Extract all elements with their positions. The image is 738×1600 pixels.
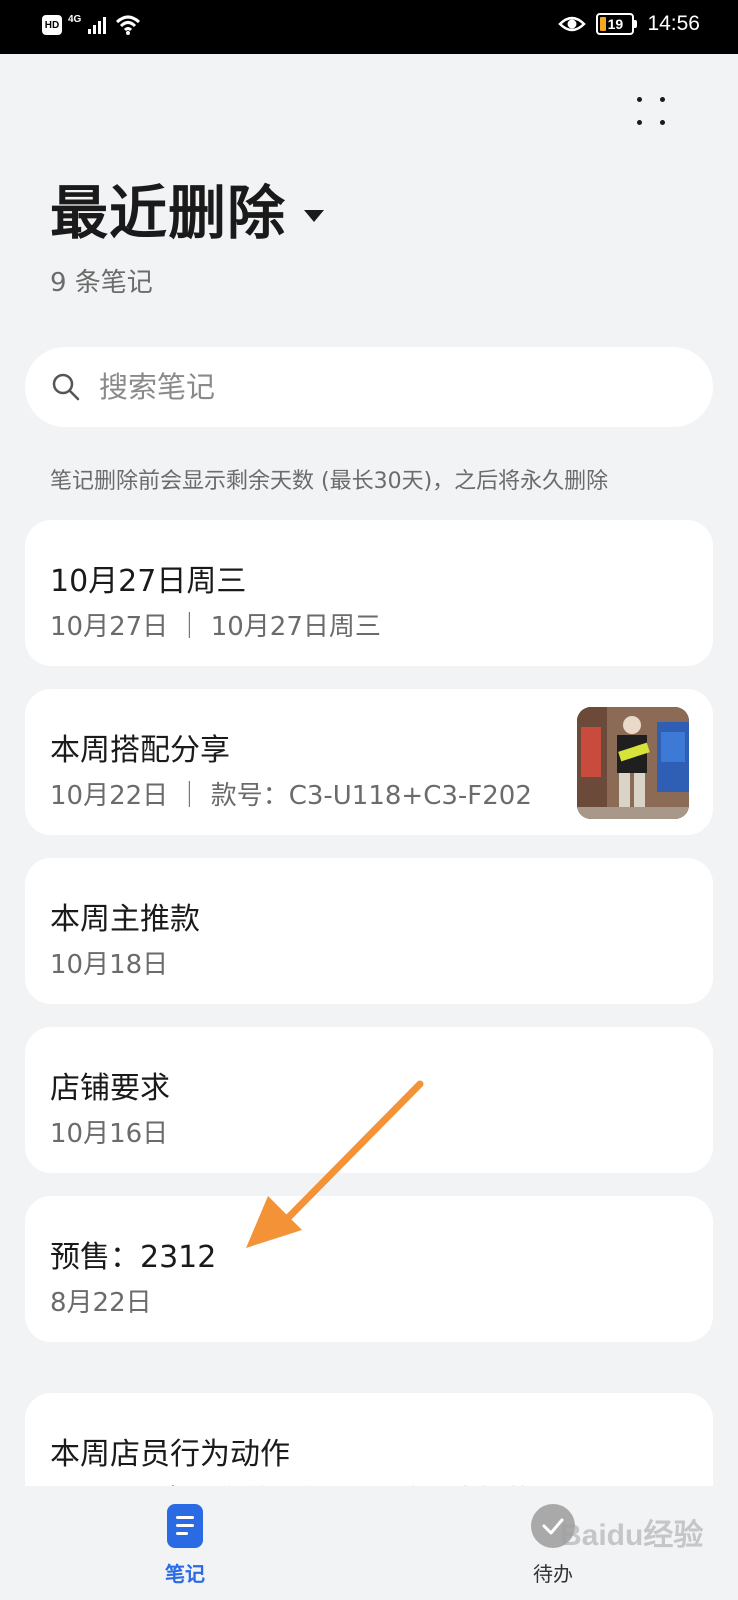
tab-notes[interactable]: 笔记: [125, 1504, 245, 1587]
note-subtitle: 8月22日: [50, 1288, 152, 1318]
note-title: 本周主推款: [50, 902, 200, 937]
note-subtitle: 10月18日: [50, 950, 169, 980]
watermark: Baidu经验: [560, 1519, 704, 1552]
note-title: 店铺要求: [50, 1071, 170, 1106]
note-title: 本周搭配分享: [50, 733, 230, 768]
status-bar: HD 4G 19 14:56: [0, 0, 738, 54]
note-count: 9 条笔记: [50, 268, 153, 298]
note-title: 本周店员行为动作: [50, 1437, 290, 1472]
tab-todo-label: 待办: [533, 1562, 573, 1586]
notes-icon: [167, 1504, 203, 1548]
search-icon: [52, 373, 80, 401]
tab-notes-label: 笔记: [165, 1562, 205, 1586]
list-item[interactable]: 10月27日周三 10月27日 ｜ 10月27日周三: [25, 520, 713, 666]
list-item[interactable]: 本周搭配分享 10月22日 ｜ 款号：C3-U118+C3-F202: [25, 689, 713, 835]
eye-comfort-icon: [558, 16, 587, 32]
note-title: 10月27日周三: [50, 564, 247, 599]
list-item[interactable]: 本周主推款 10月18日: [25, 858, 713, 1004]
search-bar[interactable]: [25, 347, 713, 427]
status-left: HD 4G: [42, 14, 141, 36]
note-subtitle: 10月16日: [50, 1119, 169, 1149]
status-right: 19 14:56: [558, 12, 700, 36]
hd-badge: HD: [42, 15, 62, 35]
signal-icon: [88, 17, 107, 34]
battery-level: 19: [607, 16, 624, 32]
note-subtitle: 10月27日 ｜ 10月27日周三: [50, 612, 381, 642]
battery-icon: 19: [596, 13, 638, 35]
note-title: 预售：2312: [50, 1240, 217, 1275]
more-dots-icon[interactable]: [632, 92, 672, 132]
clock: 14:56: [647, 12, 700, 35]
network-type: 4G: [68, 13, 82, 25]
search-input[interactable]: [99, 370, 659, 404]
note-thumbnail: [577, 707, 689, 819]
dropdown-caret-icon[interactable]: [304, 210, 325, 222]
note-subtitle: 10月22日 ｜ 款号：C3-U118+C3-F202: [50, 781, 532, 811]
retention-hint: 笔记删除前会显示剩余天数 (最长30天)，之后将永久删除: [50, 469, 609, 494]
folder-selector[interactable]: 最近删除: [50, 179, 325, 247]
wifi-icon: [116, 15, 141, 35]
annotation-arrow: [246, 1080, 424, 1248]
page-title: 最近删除: [50, 179, 287, 247]
